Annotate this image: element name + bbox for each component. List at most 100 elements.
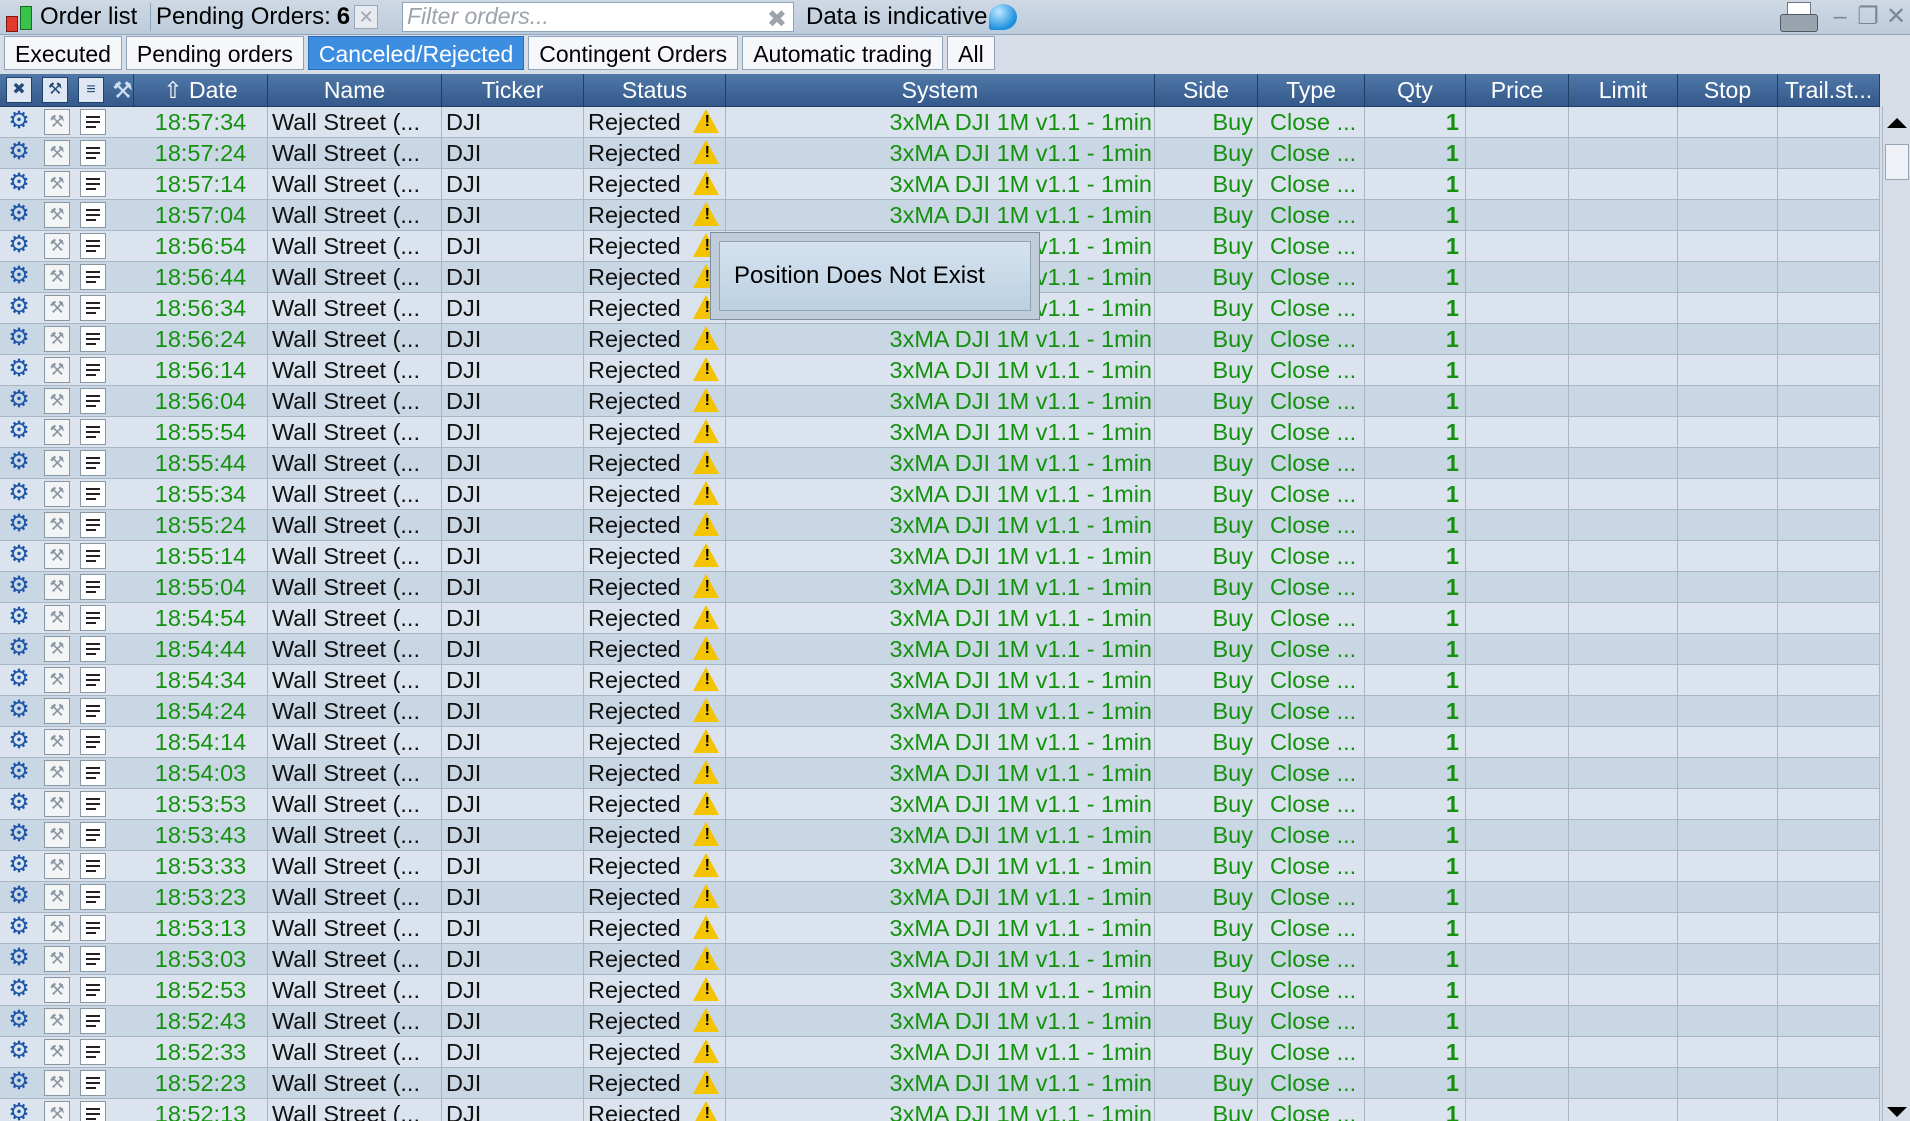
close-pending-icon[interactable]: ✕ [354, 5, 379, 29]
modify-order-wrench-icon[interactable]: ⚒ [44, 1070, 70, 1096]
order-settings-gear-icon[interactable]: ⚙ [6, 419, 32, 445]
modify-order-wrench-icon[interactable]: ⚒ [44, 729, 70, 755]
details-all-icon[interactable]: ≡ [78, 77, 104, 103]
table-row[interactable]: ⚙ ⚒ 18:55:34 Wall Street (... DJI Rejected! 3x… [0, 479, 1880, 510]
table-row[interactable]: ⚙ ⚒ 18:55:44 Wall Street (... DJI Rejected! 3x… [0, 448, 1880, 479]
close-icon[interactable]: ✕ [1882, 3, 1910, 31]
order-settings-gear-icon[interactable]: ⚙ [6, 1101, 32, 1121]
order-details-document-icon[interactable] [80, 1101, 106, 1121]
order-details-document-icon[interactable] [80, 605, 106, 631]
table-row[interactable]: ⚙ ⚒ 18:52:23 Wall Street (... DJI Rejected! 3x… [0, 1068, 1880, 1099]
order-settings-gear-icon[interactable]: ⚙ [6, 388, 32, 414]
order-settings-gear-icon[interactable]: ⚙ [6, 853, 32, 879]
order-details-document-icon[interactable] [80, 946, 106, 972]
order-settings-gear-icon[interactable]: ⚙ [6, 1008, 32, 1034]
column-name[interactable]: Name [268, 74, 442, 106]
table-row[interactable]: ⚙ ⚒ 18:52:13 Wall Street (... DJI Rejected! 3x… [0, 1099, 1880, 1121]
order-settings-gear-icon[interactable]: ⚙ [6, 171, 32, 197]
order-details-document-icon[interactable] [80, 853, 106, 879]
order-settings-gear-icon[interactable]: ⚙ [6, 326, 32, 352]
order-settings-gear-icon[interactable]: ⚙ [6, 140, 32, 166]
modify-order-wrench-icon[interactable]: ⚒ [44, 822, 70, 848]
filter-box[interactable]: ✖ [402, 2, 794, 33]
order-details-document-icon[interactable] [80, 1008, 106, 1034]
table-row[interactable]: ⚙ ⚒ 18:53:03 Wall Street (... DJI Rejected! 3x… [0, 944, 1880, 975]
modify-order-wrench-icon[interactable]: ⚒ [44, 884, 70, 910]
order-details-document-icon[interactable] [80, 202, 106, 228]
modify-order-wrench-icon[interactable]: ⚒ [44, 450, 70, 476]
modify-order-wrench-icon[interactable]: ⚒ [44, 605, 70, 631]
order-details-document-icon[interactable] [80, 729, 106, 755]
table-row[interactable]: ⚙ ⚒ 18:56:24 Wall Street (... DJI Rejected! 3x… [0, 324, 1880, 355]
order-details-document-icon[interactable] [80, 822, 106, 848]
scroll-down-icon[interactable] [1887, 1107, 1907, 1117]
modify-order-wrench-icon[interactable]: ⚒ [44, 171, 70, 197]
modify-order-wrench-icon[interactable]: ⚒ [44, 481, 70, 507]
modify-order-wrench-icon[interactable]: ⚒ [44, 636, 70, 662]
info-bubble-icon[interactable] [989, 4, 1018, 30]
order-details-document-icon[interactable] [80, 512, 106, 538]
order-settings-gear-icon[interactable]: ⚙ [6, 729, 32, 755]
order-settings-gear-icon[interactable]: ⚙ [6, 636, 32, 662]
modify-order-wrench-icon[interactable]: ⚒ [44, 357, 70, 383]
table-row[interactable]: ⚙ ⚒ 18:53:43 Wall Street (... DJI Rejected! 3x… [0, 820, 1880, 851]
order-settings-gear-icon[interactable]: ⚙ [6, 698, 32, 724]
table-row[interactable]: ⚙ ⚒ 18:55:04 Wall Street (... DJI Rejected! 3x… [0, 572, 1880, 603]
modify-order-wrench-icon[interactable]: ⚒ [44, 977, 70, 1003]
table-row[interactable]: ⚙ ⚒ 18:52:33 Wall Street (... DJI Rejected! 3x… [0, 1037, 1880, 1068]
order-details-document-icon[interactable] [80, 295, 106, 321]
column-date[interactable]: ⇧ Date [134, 74, 268, 106]
table-row[interactable]: ⚙ ⚒ 18:53:53 Wall Street (... DJI Rejected! 3x… [0, 789, 1880, 820]
modify-order-wrench-icon[interactable]: ⚒ [44, 915, 70, 941]
order-details-document-icon[interactable] [80, 357, 106, 383]
modify-order-wrench-icon[interactable]: ⚒ [44, 1101, 70, 1121]
pending-orders-indicator[interactable]: Pending Orders: 6 ✕ [156, 0, 379, 34]
table-row[interactable]: ⚙ ⚒ 18:54:54 Wall Street (... DJI Rejected! 3x… [0, 603, 1880, 634]
column-ticker[interactable]: Ticker [442, 74, 584, 106]
order-settings-gear-icon[interactable]: ⚙ [6, 233, 32, 259]
modify-order-wrench-icon[interactable]: ⚒ [44, 202, 70, 228]
order-details-document-icon[interactable] [80, 543, 106, 569]
table-row[interactable]: ⚙ ⚒ 18:54:03 Wall Street (... DJI Rejected! 3x… [0, 758, 1880, 789]
modify-order-wrench-icon[interactable]: ⚒ [44, 264, 70, 290]
tab-pending-orders[interactable]: Pending orders [125, 36, 304, 70]
modify-order-wrench-icon[interactable]: ⚒ [44, 388, 70, 414]
order-details-document-icon[interactable] [80, 574, 106, 600]
tab-all[interactable]: All [947, 36, 995, 70]
order-details-document-icon[interactable] [80, 760, 106, 786]
order-details-document-icon[interactable] [80, 140, 106, 166]
column-system[interactable]: System [726, 74, 1155, 106]
modify-order-wrench-icon[interactable]: ⚒ [44, 1039, 70, 1065]
table-row[interactable]: ⚙ ⚒ 18:55:54 Wall Street (... DJI Rejected! 3x… [0, 417, 1880, 448]
table-row[interactable]: ⚙ ⚒ 18:54:34 Wall Street (... DJI Rejected! 3x… [0, 665, 1880, 696]
table-row[interactable]: ⚙ ⚒ 18:57:24 Wall Street (... DJI Rejected! 3x… [0, 138, 1880, 169]
table-row[interactable]: ⚙ ⚒ 18:57:34 Wall Street (... DJI Rejected! 3x… [0, 107, 1880, 138]
table-row[interactable]: ⚙ ⚒ 18:56:14 Wall Street (... DJI Rejected! 3x… [0, 355, 1880, 386]
modify-order-wrench-icon[interactable]: ⚒ [44, 233, 70, 259]
modify-order-wrench-icon[interactable]: ⚒ [44, 574, 70, 600]
modify-all-icon[interactable]: ⚒ [42, 77, 68, 103]
order-settings-gear-icon[interactable]: ⚙ [6, 574, 32, 600]
order-details-document-icon[interactable] [80, 233, 106, 259]
order-details-document-icon[interactable] [80, 977, 106, 1003]
column-stop[interactable]: Stop [1678, 74, 1778, 106]
column-trail-stop[interactable]: Trail.st... [1778, 74, 1880, 106]
order-settings-gear-icon[interactable]: ⚙ [6, 822, 32, 848]
table-row[interactable]: ⚙ ⚒ 18:55:24 Wall Street (... DJI Rejected! 3x… [0, 510, 1880, 541]
table-row[interactable]: ⚙ ⚒ 18:54:24 Wall Street (... DJI Rejected! 3x… [0, 696, 1880, 727]
order-details-document-icon[interactable] [80, 109, 106, 135]
order-settings-gear-icon[interactable]: ⚙ [6, 884, 32, 910]
modify-order-wrench-icon[interactable]: ⚒ [44, 946, 70, 972]
order-details-document-icon[interactable] [80, 915, 106, 941]
restore-icon[interactable]: ❐ [1854, 3, 1882, 31]
order-details-document-icon[interactable] [80, 1039, 106, 1065]
order-details-document-icon[interactable] [80, 481, 106, 507]
modify-order-wrench-icon[interactable]: ⚒ [44, 543, 70, 569]
printer-icon[interactable] [1778, 2, 1818, 32]
vertical-scrollbar[interactable] [1882, 106, 1910, 1121]
order-settings-gear-icon[interactable]: ⚙ [6, 605, 32, 631]
table-row[interactable]: ⚙ ⚒ 18:57:04 Wall Street (... DJI Rejected! 3x… [0, 200, 1880, 231]
table-row[interactable]: ⚙ ⚒ 18:54:14 Wall Street (... DJI Rejected! 3x… [0, 727, 1880, 758]
scroll-thumb[interactable] [1885, 144, 1909, 180]
column-price[interactable]: Price [1466, 74, 1569, 106]
